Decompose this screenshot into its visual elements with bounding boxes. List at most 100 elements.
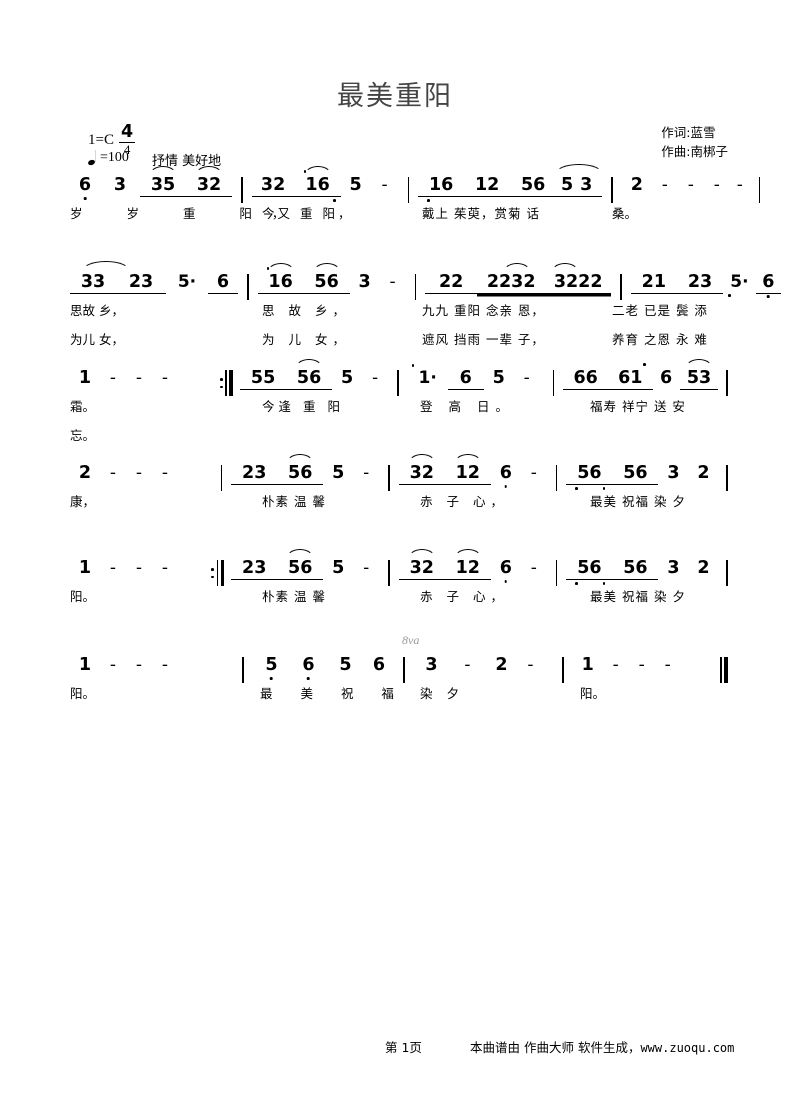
note: 1 [70,368,100,388]
note-number: 2 [697,558,710,578]
lyric-text: 阳。 [70,686,96,701]
measure: 55 56 5 - [240,359,388,390]
note-group: 56 [566,558,613,585]
lyric-text-verse2: 为 儿 女， [262,332,350,347]
lyric-text: 康， [70,494,96,509]
barline [397,370,399,396]
note: 2 [622,175,652,195]
generator-url: www.zuoqu.com [640,1041,735,1055]
note-hold: - [380,272,406,292]
lyric-text: 思 故 乡， [262,303,350,318]
note-group: 66 [563,368,608,390]
note-group: 23 [231,463,278,485]
note-hold: - [126,655,152,675]
hold-dash: - [109,558,117,578]
note: 5 [323,558,353,578]
hold-dash: - [161,368,169,388]
lyric-text: 桑。 [612,206,638,221]
measure: 5 6 5 6 [253,655,394,675]
note-group: 23 [116,272,166,294]
note-group: 32 [251,175,295,197]
note-number: 56 [566,558,613,580]
note-number: 3222 [545,272,612,294]
note-group: 2232 [477,263,546,294]
note-hold: - [126,558,152,578]
note-number: 2 [495,655,508,675]
note-group: 32 [398,454,445,485]
repeat-dots-icon [220,370,223,396]
note-number: 55 [240,368,287,390]
note-group: 16 [418,175,465,202]
lyric-text: 最美 祝福 染 夕 [590,494,686,509]
barline [220,465,223,491]
note-group: 53 [555,164,604,197]
octave-dot-down-icon [333,199,336,202]
octave-dot-down-icon [427,199,430,202]
note-number: 56 [277,463,324,485]
barline [247,274,249,300]
hold-dash: - [135,368,143,388]
lyric-text: 赤 子 心， [420,494,508,509]
lyric-text-verse2: 养育 之恩 永 难 [612,332,708,347]
note-group: 12 [464,175,511,197]
note-number: 23 [676,272,724,294]
note-number: 3 [113,175,127,195]
lyric-text: 最 美 祝 福 [260,686,406,701]
lyric-text: 朴素 温 馨 [262,494,326,509]
measure: 66 61 6 53 [563,359,719,390]
lyric-text: 福寿 祥宁 送 安 [590,399,686,414]
note-number: 32 [251,175,295,197]
time-signature-numerator: 4 [118,122,136,143]
note-number: 3 [667,463,680,483]
note-hold: - [126,368,152,388]
note-group: 32 [186,166,232,197]
note-hold: - [362,368,388,388]
note-number: 33 [70,272,116,294]
measure: 33 23 5· 6 [62,261,238,294]
repeat-thin-line [225,370,227,396]
note: 3 [658,558,688,578]
measure: 32 12 6 - [398,454,547,485]
note-dotted: 5· [166,272,208,292]
hold-dash: - [612,655,619,675]
note-group: 35 [140,166,186,197]
note-number: 5 [349,175,362,195]
note-group: 23 [231,558,278,580]
barline [552,370,555,396]
note: 5 [484,368,514,388]
note-number: 16 [257,272,304,294]
measure: 56 56 3 2 [566,463,718,490]
note-hold: - [152,558,178,578]
note-hold: - [730,175,750,195]
note-group: 56 [612,558,659,580]
barline [388,465,390,491]
generator-text: 本曲谱由 作曲大师 软件生成， [470,1040,641,1055]
barline [726,560,728,586]
hold-dash: - [363,463,370,483]
note-hold: - [450,655,486,675]
note-number: 1 [78,368,92,388]
hold-dash: - [530,558,537,578]
score-line-6: 8va 1 - - - 5 6 5 6 3 - 2 - 1 - - - 阳。 最… [62,633,728,701]
score-line-2: 33 23 5· 6 16 56 3 - 22 2232 3222 21 23 … [62,261,790,347]
note-number: 23 [116,272,166,294]
note-group: 32 [398,549,445,580]
note-group: 61 [607,363,653,390]
note-number: 5· [730,272,749,292]
note-number: 56 [303,272,350,294]
hold-dash: - [638,655,645,675]
barline-thin [726,370,728,396]
note: 6 [653,368,680,388]
lyric-text: 今又 重 阳， [262,206,354,221]
hold-dash: - [372,368,379,388]
measure: 2 - - - - [622,175,750,195]
measure: 1 - - - [62,655,233,675]
note-hold: - [704,175,730,195]
octave-dot-down-icon [575,582,578,585]
barline [402,657,405,683]
note-number: 5 [492,368,505,388]
note-number: 16 [418,175,465,197]
note: 1 [70,655,100,675]
note-number: 56 [510,175,557,197]
note: 3 [350,272,380,292]
